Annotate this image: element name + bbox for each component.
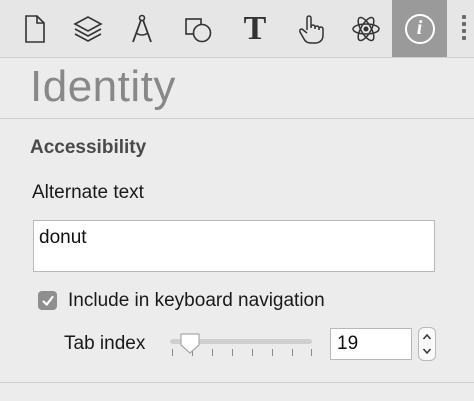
divider — [0, 57, 474, 58]
text-icon: T — [243, 9, 267, 47]
divider — [0, 118, 474, 119]
tab-index-stepper[interactable] — [418, 327, 436, 361]
tool-identity[interactable]: i — [392, 0, 447, 57]
tab-index-slider-thumb[interactable] — [178, 331, 202, 355]
alternate-text-label: Alternate text — [32, 182, 144, 203]
tool-shapes[interactable] — [172, 0, 224, 57]
tool-layers[interactable] — [62, 0, 114, 57]
info-icon: i — [404, 13, 435, 44]
tab-index-label: Tab index — [64, 333, 146, 354]
checkmark-icon — [41, 295, 54, 306]
compass-icon — [132, 14, 152, 42]
alternate-text-value: donut — [39, 227, 87, 248]
inspector-title: Identity — [30, 62, 176, 111]
tool-hand[interactable] — [285, 0, 337, 57]
tool-document[interactable] — [8, 0, 60, 57]
chevron-up-icon[interactable] — [422, 332, 432, 342]
tool-atom[interactable] — [340, 0, 392, 57]
keyboard-navigation-checkbox[interactable] — [38, 291, 57, 310]
keyboard-navigation-label[interactable]: Include in keyboard navigation — [68, 290, 325, 312]
inspector-panel: T i Identity Accessibility Alternate tex… — [0, 0, 474, 401]
section-title-accessibility: Accessibility — [30, 137, 147, 158]
document-icon — [25, 14, 45, 43]
chevron-down-icon[interactable] — [422, 346, 432, 356]
layers-icon — [73, 15, 103, 42]
divider — [0, 382, 474, 383]
inspector-toolbar: T i — [0, 0, 474, 57]
tab-index-value: 19 — [337, 333, 359, 354]
tool-text[interactable]: T — [229, 0, 281, 57]
tab-index-field[interactable]: 19 — [330, 328, 412, 360]
atom-icon — [352, 16, 380, 41]
shapes-icon — [185, 17, 212, 42]
alternate-text-field[interactable]: donut — [33, 220, 435, 272]
tool-compass[interactable] — [116, 0, 168, 57]
toolbar-grip-handle[interactable] — [460, 12, 468, 46]
hand-pointer-icon — [299, 14, 324, 44]
